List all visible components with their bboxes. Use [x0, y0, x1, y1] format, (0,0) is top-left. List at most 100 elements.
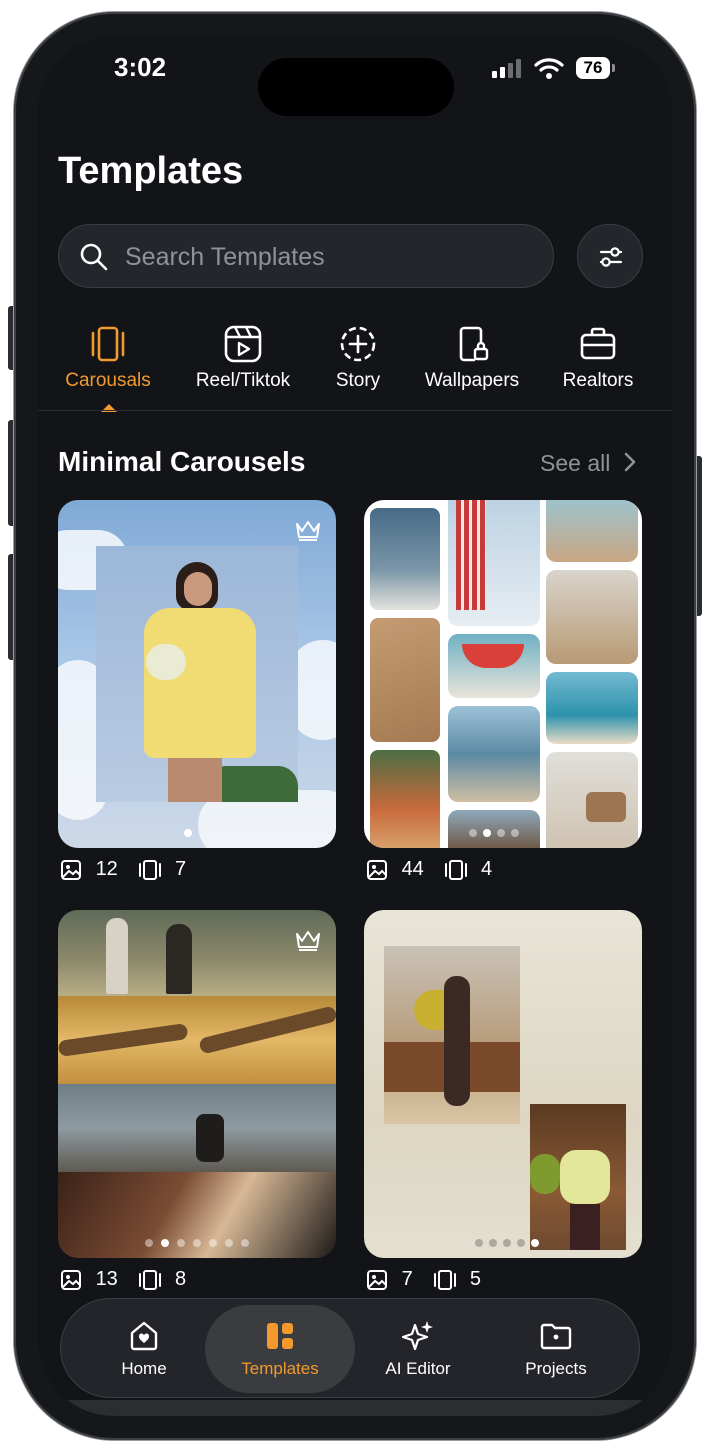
category-reel-tiktok[interactable]: Reel/Tiktok: [183, 324, 303, 392]
carousel-icon: [139, 859, 162, 880]
page-dots: [58, 1234, 336, 1252]
category-realtors[interactable]: Realtors: [538, 324, 658, 392]
page-dot: [184, 829, 192, 837]
page-dot: [503, 1239, 511, 1247]
tab-ai-editor[interactable]: AI Editor: [343, 1299, 493, 1397]
tab-templates[interactable]: Templates: [205, 1305, 355, 1393]
collage-photo: [448, 500, 540, 626]
tab-home[interactable]: Home: [69, 1299, 219, 1397]
status-time: 3:02: [114, 52, 167, 82]
page-dot: [202, 829, 210, 837]
slide-count: 8: [174, 1268, 187, 1291]
template-photo: [96, 546, 298, 802]
slide-count: 5: [469, 1268, 481, 1291]
category-story[interactable]: Story: [298, 324, 418, 392]
template-card[interactable]: [58, 910, 336, 1258]
film-photo: [58, 1084, 336, 1172]
page-dot: [497, 829, 505, 837]
person-face: [184, 572, 212, 606]
person-shape: [444, 976, 470, 1106]
page-dot: [177, 1239, 185, 1247]
story-add-icon: [340, 326, 376, 362]
battery-nub: [612, 64, 615, 72]
page-title: Templates: [58, 150, 244, 192]
search-input[interactable]: Search Templates: [58, 224, 554, 288]
template-meta: 13 8: [60, 1268, 186, 1294]
page-dot: [193, 1239, 201, 1247]
collage-photo: [370, 750, 440, 848]
dynamic-island: [258, 58, 454, 116]
category-carousals[interactable]: Carousals: [48, 324, 168, 392]
collage-photo: [546, 570, 638, 664]
yellow-shirt: [144, 608, 256, 758]
page-dot: [145, 1239, 153, 1247]
photo-count: 7: [401, 1268, 413, 1291]
page-dot: [225, 1239, 233, 1247]
collage-photo: [546, 752, 638, 848]
cellular-signal-icon: [492, 59, 521, 78]
collage-photo: [370, 508, 440, 610]
tab-label: Projects: [525, 1359, 587, 1378]
couple-shape: [196, 1114, 224, 1162]
collage-photo: [370, 618, 440, 742]
page-dot: [475, 1239, 483, 1247]
red-towel-shape: [456, 500, 486, 610]
battery-indicator: 76: [576, 57, 610, 79]
page-dots: [448, 824, 540, 842]
sparkles-icon: [401, 1321, 433, 1351]
template-card[interactable]: [58, 500, 336, 848]
section-title: Minimal Carousels: [58, 446, 306, 477]
template-photo: [530, 1104, 626, 1250]
person-silhouette: [106, 918, 128, 994]
category-label: Reel/Tiktok: [195, 370, 291, 391]
person-legs: [168, 758, 222, 802]
image-icon: [61, 1269, 81, 1290]
template-meta: 44 4: [366, 858, 492, 884]
collage-photo: [448, 706, 540, 802]
carousel-icon: [445, 859, 468, 880]
film-photo: [58, 996, 336, 1084]
photo-count: 44: [401, 858, 424, 881]
person-legs: [570, 1204, 600, 1250]
template-card[interactable]: [364, 500, 642, 848]
page-dot: [241, 1239, 249, 1247]
bottom-tab-bar: Home Templates AI Editor Projects: [60, 1298, 640, 1398]
search-icon: [80, 243, 108, 271]
category-wallpapers[interactable]: Wallpapers: [412, 324, 532, 392]
tab-label: AI Editor: [385, 1359, 451, 1378]
slide-count: 7: [174, 858, 187, 881]
filter-button[interactable]: [577, 224, 643, 288]
collage-photo: [546, 500, 638, 562]
watermelon-shape: [462, 644, 524, 668]
tab-projects[interactable]: Projects: [481, 1299, 631, 1397]
person-silhouette: [166, 924, 192, 994]
page-dot: [531, 1239, 539, 1247]
chevron-right-icon[interactable]: [622, 450, 638, 474]
briefcase-icon: [580, 327, 616, 360]
flower-bouquet: [146, 644, 186, 680]
tab-label: Templates: [241, 1359, 319, 1378]
hands-shape: [198, 1005, 336, 1055]
carousel-icon: [434, 1269, 457, 1290]
page-dot: [161, 1239, 169, 1247]
category-label: Story: [335, 370, 381, 391]
search-placeholder: Search Templates: [125, 243, 325, 271]
phone-lock-icon: [459, 326, 489, 362]
see-all-link[interactable]: See all: [540, 450, 610, 477]
template-photo: [384, 946, 520, 1124]
film-photo: [58, 910, 336, 996]
collage-photo: [546, 672, 638, 744]
page-dot: [489, 1239, 497, 1247]
category-label: Realtors: [562, 370, 634, 391]
page-dot: [469, 829, 477, 837]
category-label: Wallpapers: [424, 370, 520, 391]
page-dots: [452, 1234, 562, 1252]
templates-grid-icon: [267, 1323, 293, 1349]
next-row-peek: [38, 1400, 672, 1416]
wifi-icon: [534, 58, 564, 79]
tab-label: Home: [121, 1359, 167, 1378]
photo-count: 13: [95, 1268, 118, 1291]
page-dot: [209, 1239, 217, 1247]
template-card[interactable]: [364, 910, 642, 1258]
page-dots: [58, 824, 336, 842]
